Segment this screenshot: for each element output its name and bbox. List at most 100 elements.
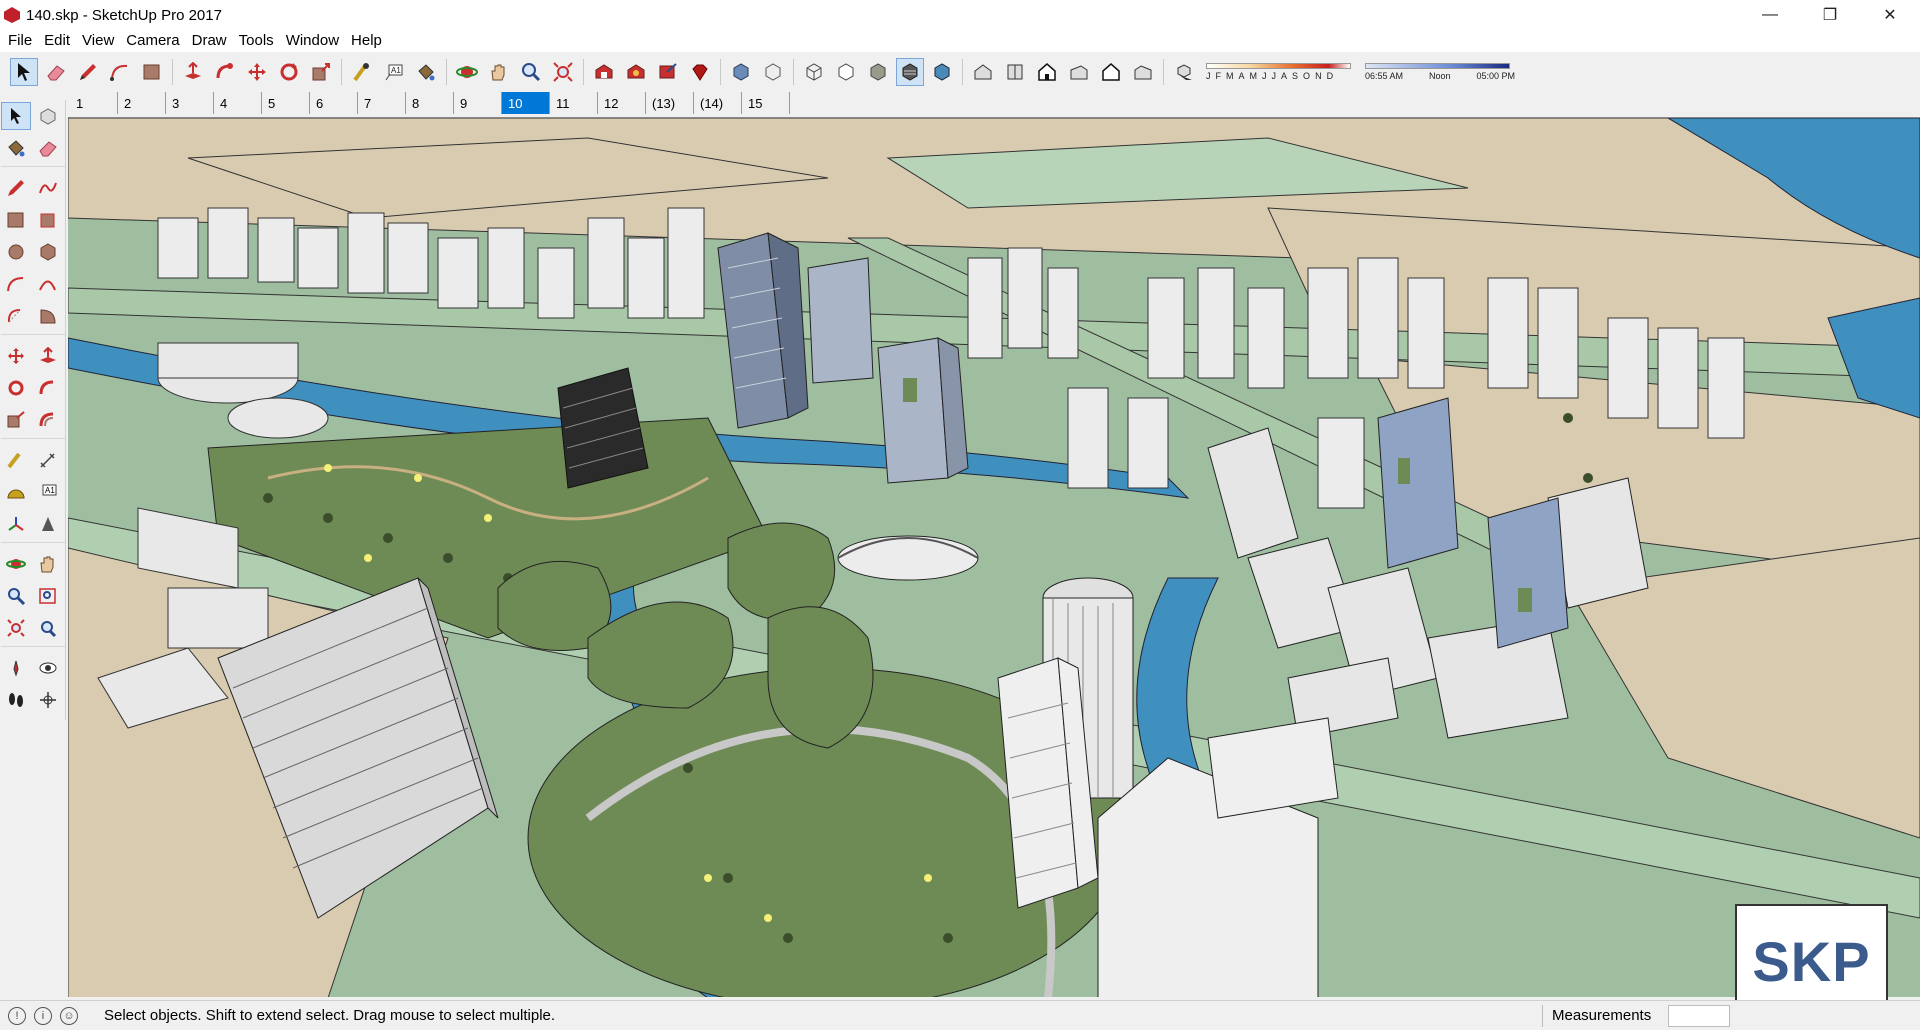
eraser-tool[interactable] [33, 134, 63, 162]
scene-tab-12[interactable]: 12 [598, 92, 646, 114]
wireframe-style-button[interactable] [800, 58, 828, 86]
menu-draw[interactable]: Draw [186, 30, 233, 52]
share-model-button[interactable] [654, 58, 682, 86]
minimize-button[interactable]: — [1740, 0, 1800, 30]
scene-tab-8[interactable]: 8 [406, 92, 454, 114]
paint-bucket-tool[interactable] [1, 134, 31, 162]
3d-warehouse-button[interactable] [590, 58, 618, 86]
menu-window[interactable]: Window [280, 30, 345, 52]
freehand-tool[interactable] [33, 174, 63, 202]
pan-tool-button[interactable] [485, 58, 513, 86]
zoom-window-tool[interactable] [33, 582, 63, 610]
3d-text-tool[interactable] [33, 510, 63, 538]
previous-view-tool[interactable] [33, 614, 63, 642]
follow-me-tool[interactable] [33, 374, 63, 402]
iso-view-button[interactable] [969, 58, 997, 86]
push-pull-tool-button[interactable] [179, 58, 207, 86]
credits-icon[interactable]: i [34, 1006, 52, 1025]
model-viewport[interactable] [68, 117, 1920, 997]
left-view-button[interactable] [1129, 58, 1157, 86]
scene-tab-4[interactable]: 4 [214, 92, 262, 114]
axes-tool[interactable] [1, 510, 31, 538]
zoom-extents-tool[interactable] [1, 614, 31, 642]
zoom-tool[interactable] [1, 582, 31, 610]
select-tool[interactable] [1, 102, 31, 130]
scene-tab-14[interactable]: (14) [694, 92, 742, 114]
right-view-button[interactable] [1065, 58, 1093, 86]
menu-help[interactable]: Help [345, 30, 388, 52]
scene-tab-1[interactable]: 1 [70, 92, 118, 114]
select-tool-button[interactable] [10, 58, 38, 86]
shadow-time-slider[interactable] [1365, 63, 1510, 69]
measurements-input[interactable] [1668, 1005, 1730, 1027]
three-point-arc-tool[interactable] [1, 302, 31, 330]
move-tool[interactable] [1, 342, 31, 370]
xray-style-button[interactable] [727, 58, 755, 86]
orbit-tool[interactable] [1, 550, 31, 578]
text-tool-button[interactable]: A1 [380, 58, 408, 86]
scene-tab-3[interactable]: 3 [166, 92, 214, 114]
front-view-button[interactable] [1033, 58, 1061, 86]
rotated-rectangle-tool[interactable] [33, 206, 63, 234]
scene-tab-6[interactable]: 6 [310, 92, 358, 114]
scene-tab-10[interactable]: 10 [502, 92, 550, 114]
paint-bucket-tool-button[interactable] [412, 58, 440, 86]
tape-measure-tool-button[interactable] [348, 58, 376, 86]
geolocation-icon[interactable]: ! [8, 1006, 26, 1025]
shaded-style-button[interactable] [864, 58, 892, 86]
eraser-tool-button[interactable] [42, 58, 70, 86]
polygon-tool[interactable] [33, 238, 63, 266]
back-view-button[interactable] [1097, 58, 1125, 86]
rectangle-tool-button[interactable] [138, 58, 166, 86]
scene-tab-7[interactable]: 7 [358, 92, 406, 114]
scale-tool-button[interactable] [307, 58, 335, 86]
look-around-tool[interactable] [33, 654, 63, 682]
scene-tab-15[interactable]: 15 [742, 92, 790, 114]
user-account-icon[interactable]: ☺ [60, 1006, 78, 1025]
scene-tab-11[interactable]: 11 [550, 92, 598, 114]
arc-tool[interactable] [1, 270, 31, 298]
shadow-month-slider[interactable] [1206, 63, 1351, 69]
two-point-arc-tool[interactable] [33, 270, 63, 298]
monochrome-style-button[interactable] [928, 58, 956, 86]
shaded-with-textures-style-button[interactable] [896, 58, 924, 86]
protractor-tool[interactable] [1, 478, 31, 506]
arc-tool-button[interactable] [106, 58, 134, 86]
scene-tab-13[interactable]: (13) [646, 92, 694, 114]
rectangle-tool[interactable] [1, 206, 31, 234]
line-tool[interactable] [1, 174, 31, 202]
scale-tool[interactable] [1, 406, 31, 434]
tape-measure-tool[interactable] [1, 446, 31, 474]
section-plane-tool[interactable] [33, 686, 63, 714]
orbit-tool-button[interactable] [453, 58, 481, 86]
scene-tab-2[interactable]: 2 [118, 92, 166, 114]
zoom-tool-button[interactable] [517, 58, 545, 86]
pan-tool[interactable] [33, 550, 63, 578]
text-tool[interactable]: A1 [33, 478, 63, 506]
scene-tab-9[interactable]: 9 [454, 92, 502, 114]
hidden-line-style-button[interactable] [832, 58, 860, 86]
circle-tool[interactable] [1, 238, 31, 266]
extension-warehouse-button[interactable] [622, 58, 650, 86]
walk-tool[interactable] [1, 686, 31, 714]
maximize-button[interactable]: ❐ [1800, 0, 1860, 30]
move-tool-button[interactable] [243, 58, 271, 86]
close-button[interactable]: ✕ [1860, 0, 1920, 30]
menu-view[interactable]: View [76, 30, 120, 52]
extension-manager-button[interactable] [686, 58, 714, 86]
make-component-tool[interactable] [33, 102, 63, 130]
rotate-tool[interactable] [1, 374, 31, 402]
offset-tool[interactable] [33, 406, 63, 434]
follow-me-tool-button[interactable] [211, 58, 239, 86]
back-edges-style-button[interactable] [759, 58, 787, 86]
line-tool-button[interactable] [74, 58, 102, 86]
dimension-tool[interactable] [33, 446, 63, 474]
rotate-tool-button[interactable] [275, 58, 303, 86]
top-view-button[interactable] [1001, 58, 1029, 86]
menu-tools[interactable]: Tools [233, 30, 280, 52]
position-camera-tool[interactable] [1, 654, 31, 682]
shadows-toggle-button[interactable] [1170, 58, 1198, 86]
scene-tab-5[interactable]: 5 [262, 92, 310, 114]
menu-camera[interactable]: Camera [120, 30, 185, 52]
zoom-extents-tool-button[interactable] [549, 58, 577, 86]
